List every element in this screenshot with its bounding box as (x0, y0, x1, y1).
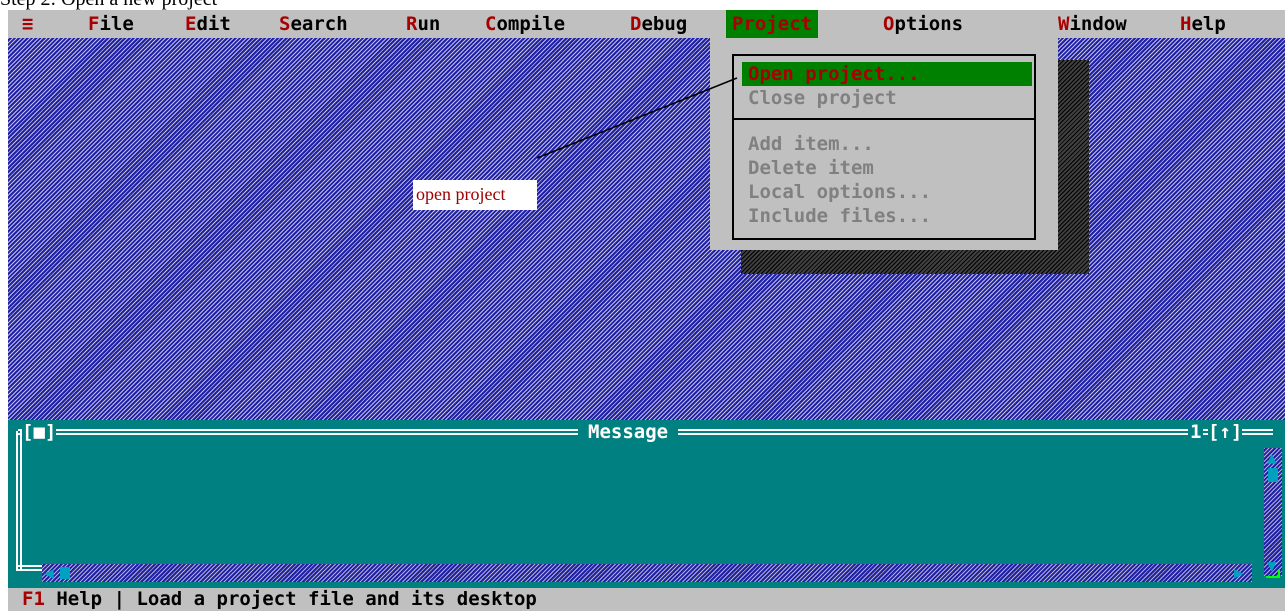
menu-help[interactable]: Help (1180, 10, 1226, 38)
window-number: 1 (1188, 420, 1204, 444)
message-window-bottom-border (16, 565, 42, 571)
menu-window[interactable]: Window (1058, 10, 1127, 38)
menu-project[interactable]: Project (726, 10, 819, 38)
horizontal-scrollbar[interactable]: ◀ ▶ (42, 564, 1252, 582)
message-window-left-border (16, 431, 22, 571)
status-hint: Load a project file and its desktop (136, 588, 537, 610)
step-caption: Step 2: Open a new project (0, 0, 217, 10)
menu-item-close-project[interactable]: Close project (742, 86, 1032, 110)
menu-compile[interactable]: Compile (485, 10, 565, 38)
resize-corner-icon[interactable] (1266, 570, 1280, 578)
help-key[interactable]: F1 (8, 588, 45, 610)
menu-edit[interactable]: Edit (185, 10, 231, 38)
project-menu-dropdown: Open project... Close project Add item..… (710, 38, 1058, 250)
message-window-title: Message (578, 420, 679, 444)
menu-options[interactable]: Options (883, 10, 963, 38)
menu-debug[interactable]: Debug (630, 10, 687, 38)
scroll-right-arrow-icon[interactable]: ▶ (1234, 565, 1244, 581)
menu-run[interactable]: Run (406, 10, 440, 38)
horizontal-scroll-thumb[interactable] (60, 567, 70, 579)
menu-bar: ≡ File Edit Search Run Compile Debug Pro… (8, 10, 1285, 38)
desktop-area (8, 38, 1285, 420)
scroll-left-arrow-icon[interactable]: ◀ (44, 565, 54, 581)
menu-search[interactable]: Search (279, 10, 348, 38)
menu-item-local-options[interactable]: Local options... (742, 180, 1032, 204)
menu-item-add-item[interactable]: Add item... (742, 132, 1032, 156)
help-key-label[interactable]: Help (56, 588, 102, 610)
annotation-label: open project (413, 180, 537, 210)
menu-file[interactable]: File (88, 10, 134, 38)
scroll-up-arrow-icon[interactable]: ▲ (1267, 450, 1277, 466)
project-menu-frame: Open project... Close project Add item..… (732, 54, 1036, 240)
vertical-scroll-thumb[interactable] (1268, 468, 1278, 482)
close-box-icon[interactable]: [■] (22, 420, 57, 444)
menu-item-delete-item[interactable]: Delete item (742, 156, 1032, 180)
menu-separator (734, 118, 1034, 120)
menu-item-include-files[interactable]: Include files... (742, 204, 1032, 228)
message-window: [■] Message 1 [↑] ▲ ▼ ◀ ▶ (8, 420, 1285, 588)
system-menu-icon[interactable]: ≡ (22, 10, 33, 38)
menu-item-open-project[interactable]: Open project... (742, 62, 1032, 86)
status-separator: | (113, 588, 126, 610)
status-bar: F1 Help | Load a project file and its de… (8, 588, 1285, 611)
vertical-scrollbar[interactable]: ▲ ▼ (1264, 448, 1282, 576)
zoom-box-icon[interactable]: [↑] (1208, 420, 1243, 444)
